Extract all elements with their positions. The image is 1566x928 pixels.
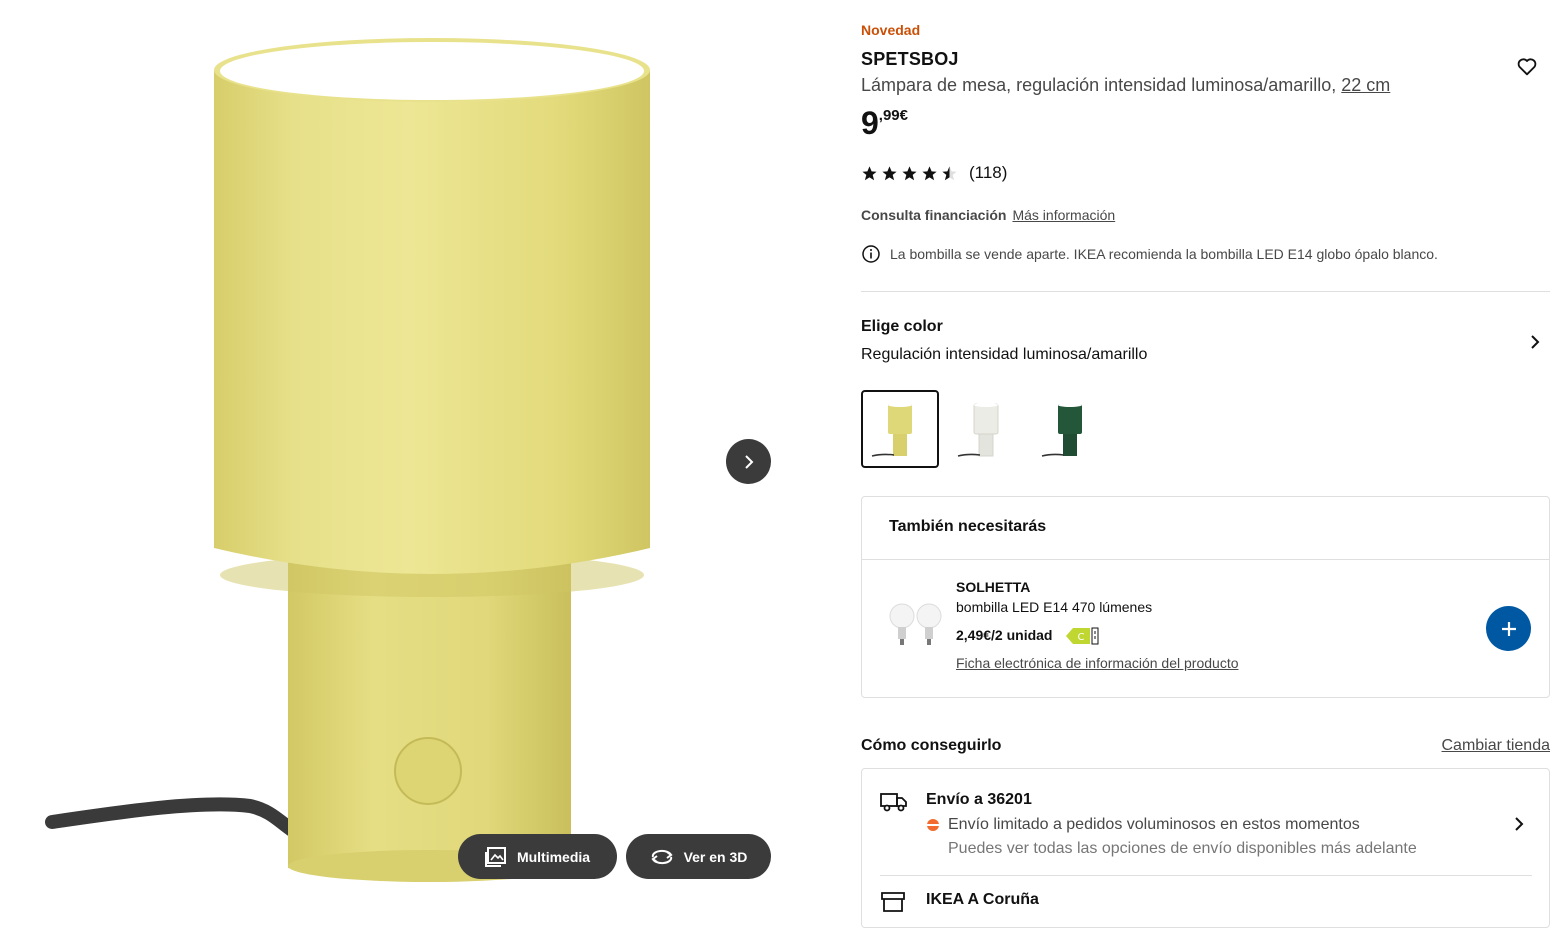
- price-integer: 9: [861, 105, 879, 141]
- rating-count: (118): [969, 163, 1008, 182]
- heart-icon[interactable]: [1516, 56, 1538, 78]
- product-description: Lámpara de mesa, regulación intensidad l…: [861, 75, 1390, 96]
- delivery-title: Envío a 36201: [926, 791, 1032, 808]
- star-icon: [922, 165, 937, 180]
- energy-label-icon[interactable]: C: [1065, 626, 1099, 646]
- star-icon: [902, 165, 917, 180]
- product-image: [45, 38, 650, 882]
- product-price: 9,99€: [861, 105, 908, 142]
- accessory-bulb-image: [889, 603, 942, 645]
- financing-label: Consulta financiación: [861, 207, 1007, 223]
- also-need-box: También necesitarás SOLHETTA bombilla LE…: [861, 496, 1550, 698]
- bulb-note-text: La bombilla se vende aparte. IKEA recomi…: [890, 246, 1438, 262]
- color-swatch-green[interactable]: [1031, 390, 1109, 468]
- product-name: SPETSBOJ: [861, 49, 959, 69]
- status-dot-icon: [927, 819, 939, 831]
- selected-color: Regulación intensidad luminosa/amarillo: [861, 346, 1148, 363]
- color-section-title: Elige color: [861, 318, 943, 335]
- store-title: IKEA A Coruña: [926, 891, 1039, 908]
- product-info: Novedad SPETSBOJ Lámpara de mesa, regula…: [861, 0, 1551, 928]
- rotate-3d-icon: [650, 849, 673, 864]
- store-icon: [881, 892, 905, 912]
- color-swatch-white[interactable]: [947, 390, 1025, 468]
- rating-stars: [861, 165, 958, 182]
- view-3d-label: Ver en 3D: [683, 848, 748, 865]
- delivery-note: Puedes ver todas las opciones de envío d…: [948, 840, 1417, 857]
- swatch-lamp-image: [871, 403, 912, 457]
- next-image-button[interactable]: [726, 439, 771, 484]
- divider: [862, 559, 1549, 560]
- delivery-status-text: Envío limitado a pedidos voluminosos en …: [948, 816, 1360, 833]
- delivery-status: Envío limitado a pedidos voluminosos en …: [926, 816, 1360, 834]
- accessory-price: 2,49€/2 unidad: [956, 627, 1053, 643]
- chevron-right-icon[interactable]: [1526, 333, 1544, 351]
- how-to-get-title: Cómo conseguirlo: [861, 737, 1002, 754]
- info-icon: [862, 245, 880, 263]
- price-decimals: ,99€: [878, 107, 908, 124]
- chevron-right-icon: [1515, 817, 1524, 831]
- rating[interactable]: (118): [861, 163, 1007, 183]
- product-info-sheet-link[interactable]: Ficha electrónica de información del pro…: [956, 655, 1239, 671]
- chevron-right-icon: [744, 454, 753, 469]
- star-half-icon: [942, 165, 957, 180]
- accessory-name: SOLHETTA: [956, 579, 1031, 595]
- energy-class: C: [1078, 632, 1085, 643]
- delivery-box[interactable]: Envío a 36201 Envío limitado a pedidos v…: [861, 768, 1550, 928]
- new-badge: Novedad: [861, 22, 921, 38]
- bulb-note: La bombilla se vende aparte. IKEA recomi…: [861, 244, 1438, 264]
- star-icon: [882, 165, 897, 180]
- multimedia-button[interactable]: Multimedia: [458, 834, 617, 879]
- view-3d-button[interactable]: Ver en 3D: [626, 834, 771, 879]
- add-accessory-button[interactable]: [1486, 606, 1531, 651]
- star-icon: [862, 165, 877, 180]
- multimedia-label: Multimedia: [516, 848, 591, 865]
- plus-icon: [1501, 621, 1516, 636]
- divider: [880, 875, 1532, 876]
- divider: [861, 291, 1550, 292]
- financing-more-info-link[interactable]: Más información: [1012, 207, 1115, 223]
- swatch-lamp-image: [1041, 403, 1082, 457]
- also-need-title: También necesitarás: [889, 518, 1047, 535]
- product-description-text: Lámpara de mesa, regulación intensidad l…: [861, 75, 1337, 95]
- accessory-description: bombilla LED E14 470 lúmenes: [956, 599, 1153, 615]
- financing: Consulta financiación Más información: [861, 207, 1115, 223]
- swatch-lamp-image: [957, 403, 999, 457]
- truck-icon: [880, 793, 907, 812]
- product-size-link[interactable]: 22 cm: [1341, 75, 1390, 95]
- gallery-icon: [484, 846, 506, 867]
- change-store-link[interactable]: Cambiar tienda: [1442, 737, 1551, 755]
- color-swatch-yellow[interactable]: [861, 390, 939, 468]
- product-gallery: Multimedia Ver en 3D: [0, 0, 800, 899]
